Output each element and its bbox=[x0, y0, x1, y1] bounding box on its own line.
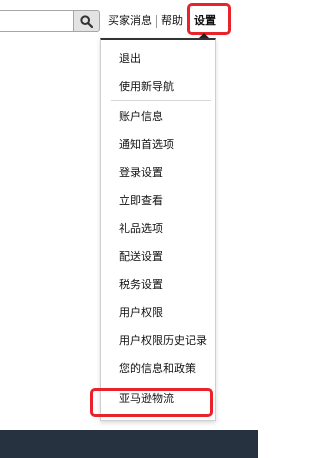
menu-item-new-navigation[interactable]: 使用新导航 bbox=[119, 80, 174, 94]
menu-item-shipping-settings[interactable]: 配送设置 bbox=[119, 250, 163, 264]
help-link[interactable]: 帮助 bbox=[161, 14, 183, 28]
menu-item-permission-history[interactable]: 用户权限历史记录 bbox=[119, 334, 207, 348]
menu-item-notification-prefs[interactable]: 通知首选项 bbox=[119, 138, 174, 152]
menu-item-gift-options[interactable]: 礼品选项 bbox=[119, 222, 163, 236]
search-button[interactable] bbox=[73, 10, 100, 32]
fba-highlight-box bbox=[90, 388, 213, 417]
menu-item-view-now[interactable]: 立即查看 bbox=[119, 194, 163, 208]
menu-item-logout[interactable]: 退出 bbox=[119, 52, 141, 66]
nav-divider bbox=[156, 15, 157, 28]
buyer-messages-link[interactable]: 买家消息 bbox=[108, 14, 152, 28]
menu-divider bbox=[111, 100, 211, 101]
page-dark-footer bbox=[0, 430, 258, 458]
settings-highlight-box bbox=[187, 3, 231, 35]
menu-item-account-info[interactable]: 账户信息 bbox=[119, 110, 163, 124]
menu-item-login-settings[interactable]: 登录设置 bbox=[119, 166, 163, 180]
search-input[interactable] bbox=[0, 10, 73, 32]
settings-dropdown-menu: 退出 使用新导航 账户信息 通知首选项 登录设置 立即查看 礼品选项 配送设置 … bbox=[100, 38, 216, 421]
menu-item-user-permissions[interactable]: 用户权限 bbox=[119, 306, 163, 320]
search-icon bbox=[80, 14, 93, 28]
menu-item-info-and-policies[interactable]: 您的信息和政策 bbox=[119, 362, 196, 376]
menu-item-tax-settings[interactable]: 税务设置 bbox=[119, 278, 163, 292]
